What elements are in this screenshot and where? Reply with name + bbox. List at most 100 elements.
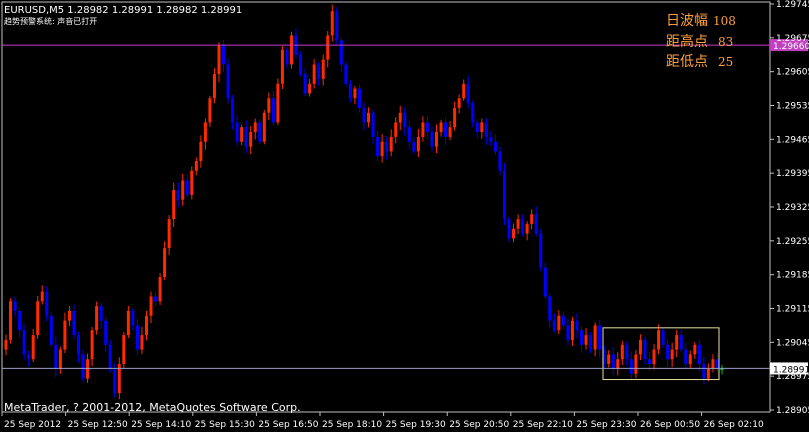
- candle: [706, 363, 710, 382]
- candle-body: [40, 291, 44, 302]
- candle-body: [589, 335, 593, 350]
- candle-body: [308, 83, 312, 94]
- candle-body: [330, 11, 334, 36]
- candle-body: [566, 325, 570, 340]
- candle: [317, 61, 321, 86]
- candle-body: [267, 98, 271, 113]
- candle-body: [530, 214, 534, 224]
- candle: [117, 357, 121, 400]
- candle-body: [335, 11, 339, 41]
- candle-body: [122, 335, 126, 365]
- candle: [552, 313, 556, 333]
- candle: [430, 126, 434, 152]
- candle-body: [312, 64, 316, 84]
- candle: [353, 85, 357, 105]
- candle-body: [9, 301, 13, 340]
- candle-body: [521, 219, 525, 234]
- candle-body: [425, 122, 429, 133]
- candle: [90, 326, 94, 367]
- candle-body: [534, 214, 538, 234]
- candle: [720, 365, 724, 375]
- y-tick-label: 1.29745: [776, 0, 809, 10]
- candle: [22, 324, 26, 360]
- candle-body: [607, 354, 611, 365]
- candle-body: [222, 45, 226, 65]
- candle-body: [212, 74, 216, 99]
- candle-body: [49, 315, 53, 345]
- candle: [670, 342, 674, 368]
- y-tick-label: 1.29115: [776, 305, 809, 315]
- candle: [439, 119, 443, 137]
- x-tick-label: 25 Sep 16:50: [258, 420, 318, 430]
- candle-body: [18, 310, 22, 331]
- candle-body: [190, 170, 194, 195]
- candle-body: [262, 112, 266, 142]
- candle: [208, 95, 212, 127]
- candle-body: [407, 127, 411, 142]
- y-tick-label: 1.28975: [776, 372, 809, 382]
- candle: [40, 285, 44, 305]
- candle: [407, 121, 411, 149]
- stats-panel: 日波幅 108 距高点 83 距低点 25: [666, 13, 736, 70]
- candle-body: [208, 98, 212, 123]
- candle: [13, 296, 17, 317]
- candle: [95, 301, 99, 335]
- x-tick-label: 26 Sep 02:10: [704, 420, 764, 430]
- candle-body: [144, 315, 148, 336]
- candle: [530, 209, 534, 230]
- y-tick-label: 1.29465: [776, 135, 809, 145]
- candle: [167, 215, 171, 255]
- candle: [348, 80, 352, 103]
- candle-body: [435, 132, 439, 147]
- candle-body: [67, 310, 71, 321]
- candle: [580, 325, 584, 353]
- candle: [185, 174, 189, 198]
- candle-body: [58, 349, 62, 369]
- candle: [18, 308, 22, 338]
- candle-body: [303, 74, 307, 94]
- candle: [326, 31, 330, 68]
- stat-label-daily-range: 日波幅: [666, 13, 708, 29]
- candle: [77, 331, 81, 363]
- candle: [589, 332, 593, 354]
- price-chart[interactable]: 1.296601.28991 1.297451.296751.296051.29…: [0, 0, 809, 432]
- candle-body: [634, 354, 638, 374]
- candle-body: [444, 122, 448, 137]
- overlay-lines: 1.296601.28991: [2, 39, 809, 381]
- candle: [625, 341, 629, 366]
- candle: [308, 78, 312, 97]
- candle-body: [502, 170, 506, 220]
- candle: [444, 117, 448, 146]
- candle: [462, 79, 466, 101]
- candle-body: [403, 112, 407, 128]
- candle: [398, 105, 402, 131]
- candle: [54, 336, 58, 377]
- candle-body: [95, 306, 99, 331]
- candle-body: [45, 291, 49, 316]
- candle: [235, 114, 239, 146]
- y-tick-label: 1.29395: [776, 169, 809, 179]
- candle: [466, 75, 470, 109]
- candle: [557, 310, 561, 335]
- candle: [244, 120, 248, 154]
- candle: [335, 7, 339, 45]
- candle-body: [453, 107, 457, 128]
- candle: [280, 45, 284, 89]
- candle: [240, 124, 244, 146]
- candle: [27, 350, 31, 367]
- candle: [675, 330, 679, 358]
- candle-body: [484, 122, 488, 137]
- candle: [493, 134, 497, 155]
- candle-body: [371, 112, 375, 137]
- symbol-info: EURUSD,M5 1.28982 1.28991 1.28982 1.2899…: [4, 5, 242, 16]
- candle: [657, 324, 661, 355]
- candle-body: [679, 335, 683, 350]
- candle-body: [720, 368, 724, 370]
- candle-body: [326, 35, 330, 60]
- candle: [249, 125, 253, 155]
- x-tick-label: 25 Sep 12:50: [68, 420, 128, 430]
- candle: [294, 28, 298, 58]
- candle-body: [457, 98, 461, 108]
- candle: [285, 47, 289, 69]
- candle-body: [339, 40, 343, 65]
